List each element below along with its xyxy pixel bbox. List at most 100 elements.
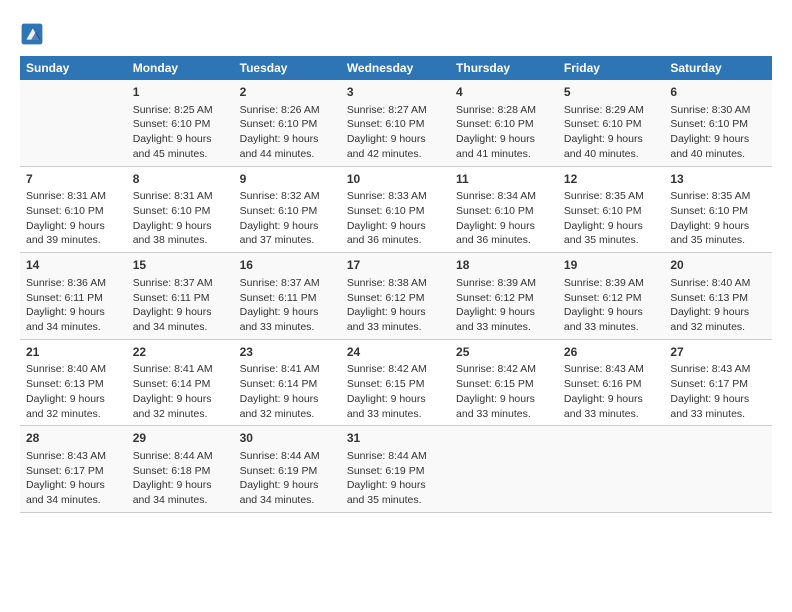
day-info: Sunrise: 8:37 AM Sunset: 6:11 PM Dayligh…: [133, 276, 228, 335]
week-row-1: 1 Sunrise: 8:25 AM Sunset: 6:10 PM Daylig…: [20, 80, 772, 166]
day-info: Sunrise: 8:39 AM Sunset: 6:12 PM Dayligh…: [564, 276, 658, 335]
day-number: 30: [240, 430, 335, 447]
calendar-cell: 14Sunrise: 8:36 AM Sunset: 6:11 PM Dayli…: [20, 253, 127, 340]
day-number: 20: [670, 257, 766, 274]
day-info: Sunrise: 8:42 AM Sunset: 6:15 PM Dayligh…: [456, 362, 552, 421]
day-number: 4: [456, 84, 552, 101]
day-number: 28: [26, 430, 121, 447]
day-info: Sunrise: 8:41 AM Sunset: 6:14 PM Dayligh…: [133, 362, 228, 421]
day-number: 18: [456, 257, 552, 274]
week-row-5: 28 Sunrise: 8:43 AM Sunset: 6:17 PM Dayli…: [20, 426, 772, 513]
day-info: Sunrise: 8:39 AM Sunset: 6:12 PM Dayligh…: [456, 276, 552, 335]
day-number: 17: [347, 257, 444, 274]
calendar-cell: 15 Sunrise: 8:37 AM Sunset: 6:11 PM Dayli…: [127, 253, 234, 340]
day-info: Sunrise: 8:31 AM Sunset: 6:10 PM Dayligh…: [133, 189, 228, 248]
calendar-cell: 10Sunrise: 8:33 AM Sunset: 6:10 PM Dayli…: [341, 166, 450, 253]
calendar-cell: 7Sunrise: 8:31 AM Sunset: 6:10 PM Daylig…: [20, 166, 127, 253]
calendar-cell: 2 Sunrise: 8:26 AM Sunset: 6:10 PM Daylig…: [234, 80, 341, 166]
day-info: Sunrise: 8:28 AM Sunset: 6:10 PM Dayligh…: [456, 103, 552, 162]
page-container: SundayMondayTuesdayWednesdayThursdayFrid…: [0, 0, 792, 523]
day-number: 25: [456, 344, 552, 361]
calendar-cell: 12Sunrise: 8:35 AM Sunset: 6:10 PM Dayli…: [558, 166, 664, 253]
calendar-cell: 21Sunrise: 8:40 AM Sunset: 6:13 PM Dayli…: [20, 339, 127, 426]
day-number: 5: [564, 84, 658, 101]
day-number: 19: [564, 257, 658, 274]
weekday-header-tuesday: Tuesday: [234, 56, 341, 80]
calendar-cell: 1 Sunrise: 8:25 AM Sunset: 6:10 PM Daylig…: [127, 80, 234, 166]
day-number: 16: [240, 257, 335, 274]
day-info: Sunrise: 8:35 AM Sunset: 6:10 PM Dayligh…: [564, 189, 658, 248]
day-info: Sunrise: 8:37 AM Sunset: 6:11 PM Dayligh…: [240, 276, 335, 335]
logo-icon: [20, 22, 44, 46]
day-number: 2: [240, 84, 335, 101]
day-number: 14: [26, 257, 121, 274]
day-info: Sunrise: 8:43 AM Sunset: 6:16 PM Dayligh…: [564, 362, 658, 421]
day-number: 13: [670, 171, 766, 188]
day-info: Sunrise: 8:25 AM Sunset: 6:10 PM Dayligh…: [133, 103, 228, 162]
day-info: Sunrise: 8:31 AM Sunset: 6:10 PM Dayligh…: [26, 189, 121, 248]
day-info: Sunrise: 8:44 AM Sunset: 6:19 PM Dayligh…: [347, 449, 444, 508]
weekday-header-sunday: Sunday: [20, 56, 127, 80]
day-number: 29: [133, 430, 228, 447]
day-number: 8: [133, 171, 228, 188]
calendar-cell: 20 Sunrise: 8:40 AM Sunset: 6:13 PM Dayli…: [664, 253, 772, 340]
calendar-cell: 18 Sunrise: 8:39 AM Sunset: 6:12 PM Dayli…: [450, 253, 558, 340]
calendar-cell: 26Sunrise: 8:43 AM Sunset: 6:16 PM Dayli…: [558, 339, 664, 426]
day-info: Sunrise: 8:40 AM Sunset: 6:13 PM Dayligh…: [670, 276, 766, 335]
week-row-3: 14Sunrise: 8:36 AM Sunset: 6:11 PM Dayli…: [20, 253, 772, 340]
day-number: 24: [347, 344, 444, 361]
day-number: 7: [26, 171, 121, 188]
day-number: 9: [240, 171, 335, 188]
day-info: Sunrise: 8:34 AM Sunset: 6:10 PM Dayligh…: [456, 189, 552, 248]
day-info: Sunrise: 8:26 AM Sunset: 6:10 PM Dayligh…: [240, 103, 335, 162]
header: [20, 18, 772, 46]
day-info: Sunrise: 8:29 AM Sunset: 6:10 PM Dayligh…: [564, 103, 658, 162]
calendar-cell: 25Sunrise: 8:42 AM Sunset: 6:15 PM Dayli…: [450, 339, 558, 426]
calendar-cell: 5 Sunrise: 8:29 AM Sunset: 6:10 PM Daylig…: [558, 80, 664, 166]
day-info: Sunrise: 8:43 AM Sunset: 6:17 PM Dayligh…: [26, 449, 121, 508]
calendar-cell: 31 Sunrise: 8:44 AM Sunset: 6:19 PM Dayli…: [341, 426, 450, 513]
day-info: Sunrise: 8:44 AM Sunset: 6:19 PM Dayligh…: [240, 449, 335, 508]
week-row-2: 7Sunrise: 8:31 AM Sunset: 6:10 PM Daylig…: [20, 166, 772, 253]
day-info: Sunrise: 8:32 AM Sunset: 6:10 PM Dayligh…: [240, 189, 335, 248]
calendar-cell: [450, 426, 558, 513]
day-info: Sunrise: 8:44 AM Sunset: 6:18 PM Dayligh…: [133, 449, 228, 508]
calendar-cell: 4 Sunrise: 8:28 AM Sunset: 6:10 PM Daylig…: [450, 80, 558, 166]
day-number: 27: [670, 344, 766, 361]
calendar-cell: 19 Sunrise: 8:39 AM Sunset: 6:12 PM Dayli…: [558, 253, 664, 340]
day-info: Sunrise: 8:43 AM Sunset: 6:17 PM Dayligh…: [670, 362, 766, 421]
weekday-header-wednesday: Wednesday: [341, 56, 450, 80]
calendar-cell: 13Sunrise: 8:35 AM Sunset: 6:10 PM Dayli…: [664, 166, 772, 253]
calendar-cell: 16 Sunrise: 8:37 AM Sunset: 6:11 PM Dayli…: [234, 253, 341, 340]
day-info: Sunrise: 8:42 AM Sunset: 6:15 PM Dayligh…: [347, 362, 444, 421]
day-number: 31: [347, 430, 444, 447]
day-info: Sunrise: 8:38 AM Sunset: 6:12 PM Dayligh…: [347, 276, 444, 335]
calendar-cell: [664, 426, 772, 513]
day-number: 11: [456, 171, 552, 188]
day-number: 22: [133, 344, 228, 361]
calendar-cell: 29 Sunrise: 8:44 AM Sunset: 6:18 PM Dayli…: [127, 426, 234, 513]
calendar-cell: 28 Sunrise: 8:43 AM Sunset: 6:17 PM Dayli…: [20, 426, 127, 513]
day-number: 21: [26, 344, 121, 361]
calendar-cell: 24Sunrise: 8:42 AM Sunset: 6:15 PM Dayli…: [341, 339, 450, 426]
day-number: 1: [133, 84, 228, 101]
calendar-cell: [20, 80, 127, 166]
calendar-cell: 11Sunrise: 8:34 AM Sunset: 6:10 PM Dayli…: [450, 166, 558, 253]
day-number: 6: [670, 84, 766, 101]
day-info: Sunrise: 8:30 AM Sunset: 6:10 PM Dayligh…: [670, 103, 766, 162]
day-number: 23: [240, 344, 335, 361]
day-info: Sunrise: 8:33 AM Sunset: 6:10 PM Dayligh…: [347, 189, 444, 248]
day-number: 26: [564, 344, 658, 361]
calendar-cell: 23Sunrise: 8:41 AM Sunset: 6:14 PM Dayli…: [234, 339, 341, 426]
weekday-header-friday: Friday: [558, 56, 664, 80]
calendar-cell: 9Sunrise: 8:32 AM Sunset: 6:10 PM Daylig…: [234, 166, 341, 253]
weekday-header-thursday: Thursday: [450, 56, 558, 80]
calendar-cell: 17 Sunrise: 8:38 AM Sunset: 6:12 PM Dayli…: [341, 253, 450, 340]
calendar-table: SundayMondayTuesdayWednesdayThursdayFrid…: [20, 56, 772, 513]
calendar-cell: 6 Sunrise: 8:30 AM Sunset: 6:10 PM Daylig…: [664, 80, 772, 166]
day-number: 15: [133, 257, 228, 274]
day-info: Sunrise: 8:27 AM Sunset: 6:10 PM Dayligh…: [347, 103, 444, 162]
day-number: 12: [564, 171, 658, 188]
calendar-cell: 22Sunrise: 8:41 AM Sunset: 6:14 PM Dayli…: [127, 339, 234, 426]
calendar-cell: 27Sunrise: 8:43 AM Sunset: 6:17 PM Dayli…: [664, 339, 772, 426]
